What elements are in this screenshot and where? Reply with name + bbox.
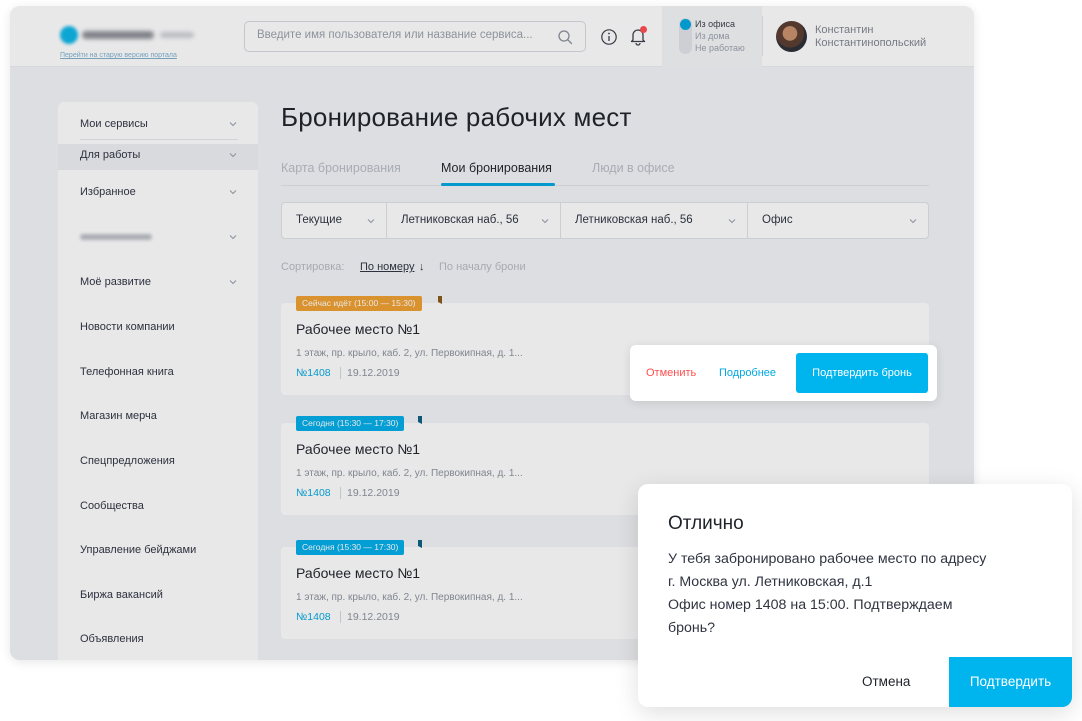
dialog-body-line: У тебя забронировано рабочее место по ад… bbox=[668, 551, 987, 567]
dialog-title: Отлично bbox=[668, 513, 744, 534]
dialog-body-line: г. Москва ул. Летниковская, д.1 bbox=[668, 574, 873, 590]
booking-actions-bar: Отменить Подробнее Подтвердить бронь bbox=[630, 345, 937, 401]
dialog-body-line: бронь? bbox=[668, 620, 716, 636]
dialog-confirm-button[interactable]: Подтвердить bbox=[949, 657, 1072, 707]
dialog-body: У тебя забронировано рабочее место по ад… bbox=[668, 548, 1048, 640]
confirm-booking-button[interactable]: Подтвердить бронь bbox=[796, 353, 928, 393]
details-button[interactable]: Подробнее bbox=[719, 367, 776, 379]
cancel-booking-button[interactable]: Отменить bbox=[646, 367, 696, 379]
dialog-body-line: Офис номер 1408 на 15:00. Подтверждаем bbox=[668, 597, 953, 613]
confirm-dialog: Отлично У тебя забронировано рабочее мес… bbox=[638, 484, 1072, 707]
dialog-cancel-button[interactable]: Отмена bbox=[862, 674, 910, 689]
